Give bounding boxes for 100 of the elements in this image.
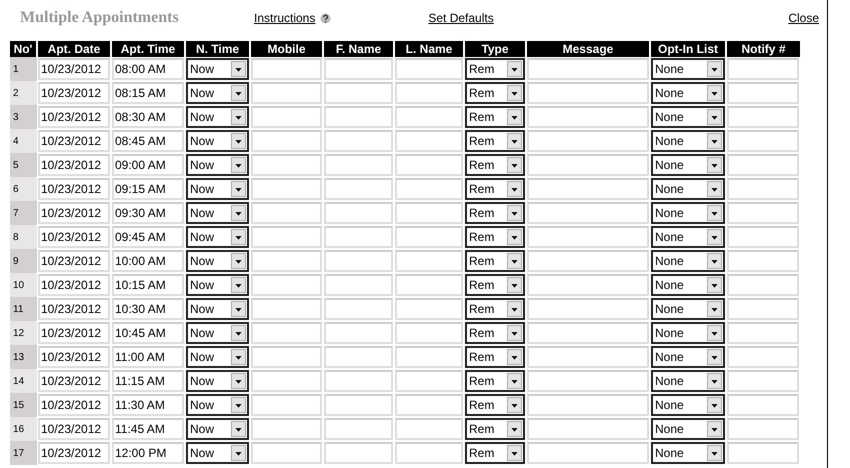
dropdown[interactable]: None bbox=[651, 82, 725, 104]
dropdown[interactable]: Rem bbox=[465, 202, 525, 224]
dropdown[interactable]: Now bbox=[186, 298, 249, 320]
notify-field[interactable] bbox=[727, 154, 799, 176]
time-field[interactable]: 11:00 AM bbox=[112, 346, 184, 368]
dropdown[interactable]: Now bbox=[186, 322, 249, 344]
mobile-field[interactable] bbox=[251, 202, 322, 224]
last-name-field[interactable] bbox=[395, 346, 463, 368]
dropdown[interactable]: Rem bbox=[465, 178, 525, 200]
dropdown[interactable]: Rem bbox=[465, 106, 525, 128]
notify-field[interactable] bbox=[727, 394, 799, 416]
time-field[interactable]: 08:45 AM bbox=[112, 130, 184, 152]
last-name-field[interactable] bbox=[395, 394, 463, 416]
notify-field[interactable] bbox=[727, 274, 799, 296]
time-field[interactable]: 10:45 AM bbox=[112, 322, 184, 344]
first-name-field[interactable] bbox=[324, 202, 393, 224]
time-field[interactable]: 11:15 AM bbox=[112, 370, 184, 392]
message-field[interactable] bbox=[527, 154, 649, 176]
last-name-field[interactable] bbox=[395, 322, 463, 344]
message-field[interactable] bbox=[527, 346, 649, 368]
dropdown[interactable]: Rem bbox=[465, 418, 525, 440]
first-name-field[interactable] bbox=[324, 106, 393, 128]
message-field[interactable] bbox=[527, 274, 649, 296]
notify-field[interactable] bbox=[727, 418, 799, 440]
notify-field[interactable] bbox=[727, 58, 799, 80]
first-name-field[interactable] bbox=[324, 250, 393, 272]
mobile-field[interactable] bbox=[251, 418, 322, 440]
first-name-field[interactable] bbox=[324, 178, 393, 200]
date-field[interactable]: 10/23/2012 bbox=[38, 82, 110, 104]
mobile-field[interactable] bbox=[251, 250, 322, 272]
last-name-field[interactable] bbox=[395, 82, 463, 104]
dropdown[interactable]: None bbox=[651, 58, 725, 80]
last-name-field[interactable] bbox=[395, 130, 463, 152]
date-field[interactable]: 10/23/2012 bbox=[38, 250, 110, 272]
mobile-field[interactable] bbox=[251, 58, 322, 80]
time-field[interactable]: 09:15 AM bbox=[112, 178, 184, 200]
dropdown[interactable]: Rem bbox=[465, 346, 525, 368]
dropdown[interactable]: Now bbox=[186, 154, 249, 176]
dropdown[interactable]: Now bbox=[186, 394, 249, 416]
notify-field[interactable] bbox=[727, 106, 799, 128]
dropdown[interactable]: Now bbox=[186, 442, 249, 464]
mobile-field[interactable] bbox=[251, 370, 322, 392]
notify-field[interactable] bbox=[727, 346, 799, 368]
dropdown[interactable]: Now bbox=[186, 418, 249, 440]
notify-field[interactable] bbox=[727, 322, 799, 344]
first-name-field[interactable] bbox=[324, 370, 393, 392]
dropdown[interactable]: None bbox=[651, 226, 725, 248]
last-name-field[interactable] bbox=[395, 178, 463, 200]
dropdown[interactable]: Now bbox=[186, 346, 249, 368]
first-name-field[interactable] bbox=[324, 154, 393, 176]
mobile-field[interactable] bbox=[251, 394, 322, 416]
message-field[interactable] bbox=[527, 370, 649, 392]
close-link[interactable]: Close bbox=[788, 11, 819, 25]
date-field[interactable]: 10/23/2012 bbox=[38, 394, 110, 416]
date-field[interactable]: 10/23/2012 bbox=[38, 178, 110, 200]
dropdown[interactable]: Rem bbox=[465, 322, 525, 344]
dropdown[interactable]: Rem bbox=[465, 226, 525, 248]
dropdown[interactable]: None bbox=[651, 418, 725, 440]
dropdown[interactable]: None bbox=[651, 106, 725, 128]
last-name-field[interactable] bbox=[395, 298, 463, 320]
date-field[interactable]: 10/23/2012 bbox=[38, 154, 110, 176]
message-field[interactable] bbox=[527, 226, 649, 248]
set-defaults-link[interactable]: Set Defaults bbox=[428, 11, 494, 25]
date-field[interactable]: 10/23/2012 bbox=[38, 226, 110, 248]
notify-field[interactable] bbox=[727, 250, 799, 272]
notify-field[interactable] bbox=[727, 202, 799, 224]
dropdown[interactable]: Rem bbox=[465, 58, 525, 80]
date-field[interactable]: 10/23/2012 bbox=[38, 274, 110, 296]
first-name-field[interactable] bbox=[324, 418, 393, 440]
dropdown[interactable]: Rem bbox=[465, 274, 525, 296]
dropdown[interactable]: Now bbox=[186, 178, 249, 200]
time-field[interactable]: 09:00 AM bbox=[112, 154, 184, 176]
dropdown[interactable]: Rem bbox=[465, 250, 525, 272]
date-field[interactable]: 10/23/2012 bbox=[38, 298, 110, 320]
notify-field[interactable] bbox=[727, 130, 799, 152]
dropdown[interactable]: None bbox=[651, 202, 725, 224]
dropdown[interactable]: Rem bbox=[465, 394, 525, 416]
last-name-field[interactable] bbox=[395, 274, 463, 296]
message-field[interactable] bbox=[527, 250, 649, 272]
dropdown[interactable]: Rem bbox=[465, 370, 525, 392]
mobile-field[interactable] bbox=[251, 154, 322, 176]
date-field[interactable]: 10/23/2012 bbox=[38, 130, 110, 152]
first-name-field[interactable] bbox=[324, 58, 393, 80]
dropdown[interactable]: None bbox=[651, 178, 725, 200]
first-name-field[interactable] bbox=[324, 82, 393, 104]
dropdown[interactable]: None bbox=[651, 370, 725, 392]
last-name-field[interactable] bbox=[395, 370, 463, 392]
dropdown[interactable]: None bbox=[651, 154, 725, 176]
mobile-field[interactable] bbox=[251, 82, 322, 104]
message-field[interactable] bbox=[527, 394, 649, 416]
dropdown[interactable]: None bbox=[651, 322, 725, 344]
date-field[interactable]: 10/23/2012 bbox=[38, 346, 110, 368]
mobile-field[interactable] bbox=[251, 298, 322, 320]
time-field[interactable]: 10:30 AM bbox=[112, 298, 184, 320]
last-name-field[interactable] bbox=[395, 226, 463, 248]
dropdown[interactable]: Now bbox=[186, 58, 249, 80]
first-name-field[interactable] bbox=[324, 322, 393, 344]
last-name-field[interactable] bbox=[395, 250, 463, 272]
mobile-field[interactable] bbox=[251, 346, 322, 368]
time-field[interactable]: 09:30 AM bbox=[112, 202, 184, 224]
